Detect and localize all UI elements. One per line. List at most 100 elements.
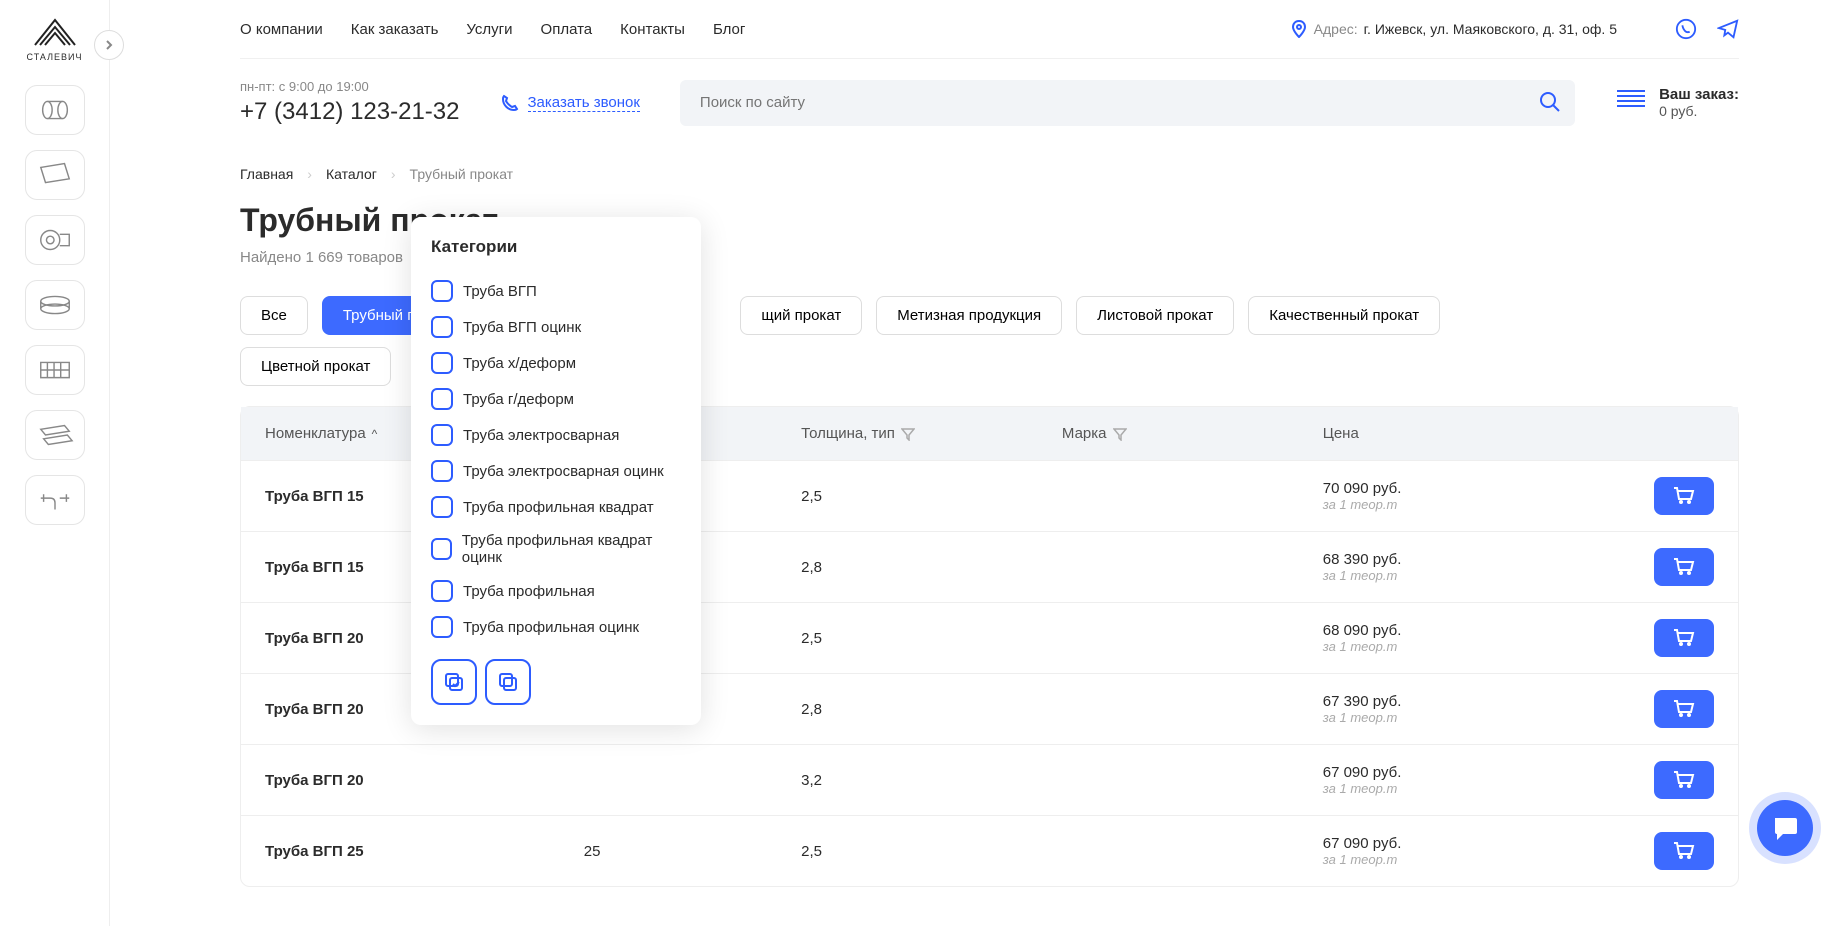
sidebar-toggle[interactable] bbox=[94, 30, 124, 60]
dropdown-option[interactable]: Труба профильная bbox=[431, 573, 681, 609]
add-to-cart-button[interactable] bbox=[1654, 477, 1714, 515]
option-label: Труба профильная квадрат bbox=[463, 499, 654, 516]
filter-quality[interactable]: Качественный прокат bbox=[1248, 296, 1440, 335]
sort-asc-icon: ^ bbox=[372, 427, 378, 441]
dropdown-option[interactable]: Труба электросварная bbox=[431, 417, 681, 453]
sidebar-item-mesh[interactable] bbox=[25, 345, 85, 395]
phone-number[interactable]: +7 (3412) 123-21-32 bbox=[240, 98, 460, 126]
dropdown-option[interactable]: Труба х/деформ bbox=[431, 345, 681, 381]
deselect-all-button[interactable] bbox=[485, 659, 531, 705]
header-price[interactable]: Цена bbox=[1323, 425, 1569, 442]
header-thickness[interactable]: Толщина, тип bbox=[801, 425, 1062, 442]
option-label: Труба ВГП оцинк bbox=[463, 319, 581, 336]
header-grade[interactable]: Марка bbox=[1062, 425, 1323, 442]
sidebar-item-rings[interactable] bbox=[25, 280, 85, 330]
checkbox[interactable] bbox=[431, 616, 453, 638]
cell-thickness: 2,5 bbox=[801, 630, 1062, 647]
add-to-cart-button[interactable] bbox=[1654, 619, 1714, 657]
filter-sheet[interactable]: Листовой прокат bbox=[1076, 296, 1234, 335]
search-wrap bbox=[680, 80, 1575, 126]
option-label: Труба х/деформ bbox=[463, 355, 576, 372]
telegram-icon[interactable] bbox=[1717, 18, 1739, 40]
nav-blog[interactable]: Блог bbox=[713, 21, 745, 38]
filter-nonferrous[interactable]: Цветной прокат bbox=[240, 347, 391, 386]
cart-value: 0 руб. bbox=[1659, 103, 1739, 119]
checkbox[interactable] bbox=[431, 460, 453, 482]
checkbox[interactable] bbox=[431, 316, 453, 338]
sidebar-item-fittings[interactable] bbox=[25, 475, 85, 525]
dropdown-option[interactable]: Труба г/деформ bbox=[431, 381, 681, 417]
sidebar-categories bbox=[0, 85, 109, 525]
dropdown-option[interactable]: Труба профильная оцинк bbox=[431, 609, 681, 645]
nav-about[interactable]: О компании bbox=[240, 21, 323, 38]
checkbox[interactable] bbox=[431, 496, 453, 518]
filter-rolling[interactable]: щий прокат bbox=[740, 296, 862, 335]
add-to-cart-button[interactable] bbox=[1654, 761, 1714, 799]
cell-thickness: 2,5 bbox=[801, 488, 1062, 505]
option-label: Труба г/деформ bbox=[463, 391, 574, 408]
pin-icon bbox=[1290, 20, 1308, 38]
checkbox[interactable] bbox=[431, 388, 453, 410]
cell-thickness: 2,8 bbox=[801, 701, 1062, 718]
cell-price: 67 090 руб.за 1 теор.т bbox=[1323, 835, 1569, 867]
option-label: Труба профильная bbox=[463, 583, 595, 600]
cell-price: 67 090 руб.за 1 теор.т bbox=[1323, 764, 1569, 796]
chat-icon bbox=[1771, 814, 1799, 842]
crumb-home[interactable]: Главная bbox=[240, 166, 293, 182]
cell-name[interactable]: Труба ВГП 25 bbox=[265, 843, 584, 860]
sidebar-item-rolls[interactable] bbox=[25, 215, 85, 265]
dropdown-option[interactable]: Труба ВГП bbox=[431, 273, 681, 309]
sidebar-item-bars[interactable] bbox=[25, 410, 85, 460]
checkbox[interactable] bbox=[431, 580, 453, 602]
filter-icon bbox=[1113, 427, 1127, 441]
option-label: Труба профильная оцинк bbox=[463, 619, 639, 636]
top-nav: О компании Как заказать Услуги Оплата Ко… bbox=[240, 0, 1739, 59]
cell-price: 68 390 руб.за 1 теор.т bbox=[1323, 551, 1569, 583]
checkbox[interactable] bbox=[431, 424, 453, 446]
dropdown-title: Категории bbox=[431, 237, 681, 257]
dropdown-option[interactable]: Труба ВГП оцинк bbox=[431, 309, 681, 345]
filter-icon bbox=[901, 427, 915, 441]
add-to-cart-button[interactable] bbox=[1654, 548, 1714, 586]
filter-all[interactable]: Все bbox=[240, 296, 308, 335]
cell-thickness: 2,8 bbox=[801, 559, 1062, 576]
select-all-button[interactable] bbox=[431, 659, 477, 705]
logo[interactable]: СТАЛЕВИЧ bbox=[10, 15, 100, 65]
checkbox[interactable] bbox=[431, 352, 453, 374]
filter-hardware[interactable]: Метизная продукция bbox=[876, 296, 1062, 335]
address: Адрес: г. Ижевск, ул. Маяковского, д. 31… bbox=[1290, 20, 1617, 38]
nav-services[interactable]: Услуги bbox=[466, 21, 512, 38]
dropdown-option[interactable]: Труба электросварная оцинк bbox=[431, 453, 681, 489]
search-input[interactable] bbox=[680, 80, 1575, 126]
search-icon[interactable] bbox=[1539, 91, 1561, 113]
social-links bbox=[1675, 18, 1739, 40]
sidebar-item-sheets[interactable] bbox=[25, 150, 85, 200]
add-to-cart-button[interactable] bbox=[1654, 690, 1714, 728]
working-hours: пн-пт: с 9:00 до 19:00 bbox=[240, 79, 460, 94]
crumb-catalog[interactable]: Каталог bbox=[326, 166, 377, 182]
cell-price: 67 390 руб.за 1 теор.т bbox=[1323, 693, 1569, 725]
table-row: Труба ВГП 25252,567 090 руб.за 1 теор.т bbox=[241, 815, 1738, 886]
whatsapp-icon[interactable] bbox=[1675, 18, 1697, 40]
option-label: Труба электросварная bbox=[463, 427, 619, 444]
add-to-cart-button[interactable] bbox=[1654, 832, 1714, 870]
nav-contacts[interactable]: Контакты bbox=[620, 21, 685, 38]
callback-text: Заказать звонок bbox=[528, 94, 640, 112]
category-dropdown: Категории Труба ВГП Труба ВГП оцинк Труба … bbox=[411, 217, 701, 725]
callback-link[interactable]: Заказать звонок bbox=[500, 93, 640, 113]
cart-summary[interactable]: Ваш заказ: 0 руб. bbox=[1615, 86, 1739, 119]
product-table: Категории Труба ВГПТруба ВГП оцинкТруба … bbox=[240, 406, 1739, 887]
sidebar-item-pipes[interactable] bbox=[25, 85, 85, 135]
chat-fab[interactable] bbox=[1757, 800, 1813, 856]
checkbox[interactable] bbox=[431, 280, 453, 302]
nav-howto[interactable]: Как заказать bbox=[351, 21, 439, 38]
nav-payment[interactable]: Оплата bbox=[541, 21, 593, 38]
address-label: Адрес: bbox=[1314, 21, 1358, 37]
checkbox[interactable] bbox=[431, 538, 452, 560]
address-value: г. Ижевск, ул. Маяковского, д. 31, оф. 5 bbox=[1364, 21, 1617, 37]
dropdown-option[interactable]: Труба профильная квадрат оцинк bbox=[431, 525, 681, 573]
breadcrumb: Главная › Каталог › Трубный прокат bbox=[240, 166, 1739, 182]
dropdown-option[interactable]: Труба профильная квадрат bbox=[431, 489, 681, 525]
table-row: Труба ВГП 203,267 090 руб.за 1 теор.т bbox=[241, 744, 1738, 815]
cell-name[interactable]: Труба ВГП 20 bbox=[265, 772, 584, 789]
